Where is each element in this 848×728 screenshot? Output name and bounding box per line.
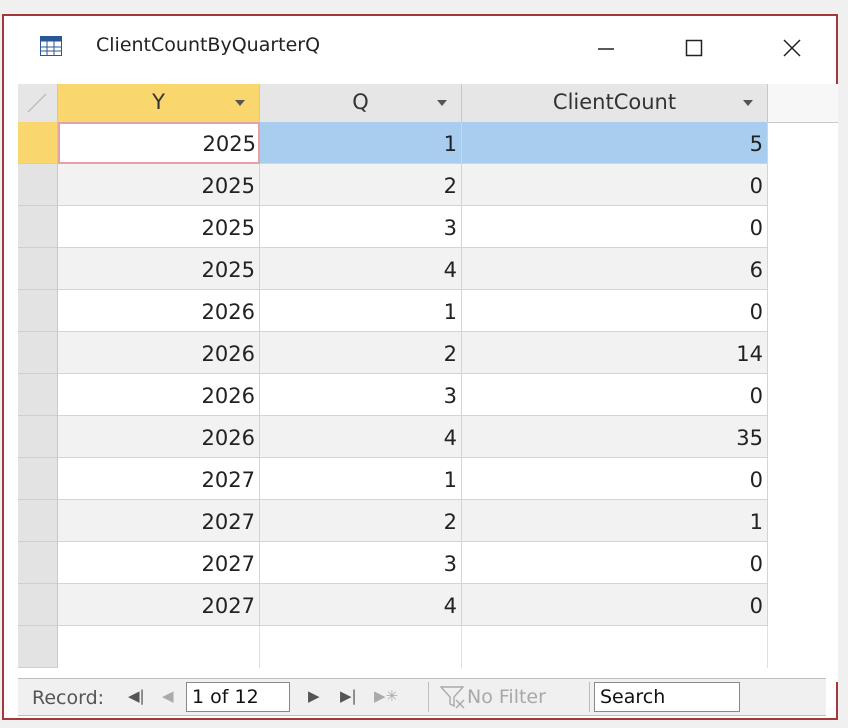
record-selector[interactable] xyxy=(18,500,58,542)
maximize-button[interactable] xyxy=(666,26,722,70)
cell-y[interactable]: 2026 xyxy=(58,332,260,374)
new-cell-y[interactable] xyxy=(58,626,260,668)
record-selector[interactable] xyxy=(18,248,58,290)
record-navigation-bar: Record: ◀‎| ◀ 1 of 12 ▶ ▶| ▶✳ No Filter … xyxy=(18,678,826,716)
cell-y[interactable]: 2026 xyxy=(58,290,260,332)
cell-clientcount[interactable]: 1 xyxy=(462,500,768,542)
last-record-icon[interactable]: ▶| xyxy=(340,687,357,705)
cell-clientcount[interactable]: 0 xyxy=(462,458,768,500)
cell-q[interactable]: 4 xyxy=(260,248,462,290)
cell-clientcount[interactable]: 0 xyxy=(462,584,768,626)
cell-y[interactable]: 2026 xyxy=(58,374,260,416)
no-filter-toggle[interactable]: No Filter xyxy=(428,682,590,712)
record-selector[interactable] xyxy=(18,416,58,458)
close-icon xyxy=(783,39,801,57)
new-cell-q[interactable] xyxy=(260,626,462,668)
table-row[interactable]: 2027 1 0 xyxy=(18,458,838,500)
current-record-field[interactable]: 1 of 12 xyxy=(186,682,290,712)
cell-y[interactable]: 2027 xyxy=(58,458,260,500)
column-header-label: ClientCount xyxy=(552,90,677,114)
column-header-clientcount[interactable]: ClientCount xyxy=(462,84,768,122)
minimize-icon xyxy=(598,48,614,50)
record-selector[interactable] xyxy=(18,626,58,668)
cell-q[interactable]: 3 xyxy=(260,206,462,248)
minimize-button[interactable] xyxy=(578,26,634,70)
column-header-y[interactable]: Y xyxy=(58,84,260,122)
cell-q[interactable]: 1 xyxy=(260,458,462,500)
next-record-icon[interactable]: ▶ xyxy=(308,687,320,705)
title-bar[interactable]: ClientCountByQuarterQ xyxy=(4,16,836,82)
first-record-icon[interactable]: ◀‎| xyxy=(128,687,145,705)
filter-icon xyxy=(439,686,465,709)
cell-q[interactable]: 2 xyxy=(260,164,462,206)
cell-q[interactable]: 1 xyxy=(260,122,462,164)
table-row[interactable]: 2026 2 14 xyxy=(18,332,838,374)
new-record-icon[interactable]: ▶✳ xyxy=(374,687,398,705)
table-row[interactable]: 2026 1 0 xyxy=(18,290,838,332)
column-header-label: Q xyxy=(352,90,369,114)
record-selector[interactable] xyxy=(18,122,58,164)
column-header-label: Y xyxy=(152,90,165,114)
cell-y[interactable]: 2027 xyxy=(58,584,260,626)
cell-clientcount[interactable]: 0 xyxy=(462,542,768,584)
cell-clientcount[interactable]: 0 xyxy=(462,290,768,332)
cell-q[interactable]: 1 xyxy=(260,290,462,332)
search-input[interactable]: Search xyxy=(594,682,740,712)
chevron-down-icon[interactable] xyxy=(437,100,447,106)
previous-record-icon[interactable]: ◀ xyxy=(162,687,174,705)
cell-clientcount[interactable]: 0 xyxy=(462,206,768,248)
record-label: Record: xyxy=(32,687,105,709)
record-selector[interactable] xyxy=(18,584,58,626)
cell-y[interactable]: 2027 xyxy=(58,500,260,542)
cell-clientcount[interactable]: 6 xyxy=(462,248,768,290)
cell-clientcount[interactable]: 5 xyxy=(462,122,768,164)
table-row[interactable]: 2027 3 0 xyxy=(18,542,838,584)
table-row[interactable]: 2025 2 0 xyxy=(18,164,838,206)
no-filter-label: No Filter xyxy=(467,686,546,708)
cell-y[interactable]: 2027 xyxy=(58,542,260,584)
table-row[interactable]: 2026 4 35 xyxy=(18,416,838,458)
table-row[interactable]: 2026 3 0 xyxy=(18,374,838,416)
column-header-q[interactable]: Q xyxy=(260,84,462,122)
cell-clientcount[interactable]: 14 xyxy=(462,332,768,374)
table-row[interactable]: 2025 3 0 xyxy=(18,206,838,248)
column-header-row: Y Q ClientCount xyxy=(18,84,838,123)
cell-q[interactable]: 2 xyxy=(260,500,462,542)
close-button[interactable] xyxy=(764,26,820,70)
maximize-icon xyxy=(685,39,703,57)
cell-clientcount[interactable]: 35 xyxy=(462,416,768,458)
cell-q[interactable]: 4 xyxy=(260,584,462,626)
select-all-corner[interactable] xyxy=(18,84,58,122)
record-selector[interactable] xyxy=(18,542,58,584)
chevron-down-icon[interactable] xyxy=(743,100,753,106)
new-record-row[interactable] xyxy=(18,626,838,668)
new-cell-clientcount[interactable] xyxy=(462,626,768,668)
table-row[interactable]: 2025 1 5 xyxy=(18,122,838,164)
cell-y[interactable]: 2025 xyxy=(58,206,260,248)
cell-y[interactable]: 2026 xyxy=(58,416,260,458)
table-row[interactable]: 2027 4 0 xyxy=(18,584,838,626)
cell-y[interactable]: 2025 xyxy=(58,248,260,290)
cell-q[interactable]: 3 xyxy=(260,542,462,584)
cell-y[interactable]: 2025 xyxy=(58,164,260,206)
cell-clientcount[interactable]: 0 xyxy=(462,164,768,206)
table-row[interactable]: 2025 4 6 xyxy=(18,248,838,290)
window-title: ClientCountByQuarterQ xyxy=(96,34,321,56)
cell-q[interactable]: 4 xyxy=(260,416,462,458)
record-selector[interactable] xyxy=(18,332,58,374)
chevron-down-icon[interactable] xyxy=(235,100,245,106)
query-window: ClientCountByQuarterQ Y Q ClientCount 20… xyxy=(2,14,838,720)
datasheet-query-icon xyxy=(40,36,62,56)
cell-clientcount[interactable]: 0 xyxy=(462,374,768,416)
record-selector[interactable] xyxy=(18,290,58,332)
record-selector[interactable] xyxy=(18,164,58,206)
table-row[interactable]: 2027 2 1 xyxy=(18,500,838,542)
cell-q[interactable]: 3 xyxy=(260,374,462,416)
cell-y[interactable]: 2025 xyxy=(58,122,260,164)
cell-q[interactable]: 2 xyxy=(260,332,462,374)
record-selector[interactable] xyxy=(18,374,58,416)
datasheet-grid: Y Q ClientCount 2025 1 5 2025 2 0 2025 3… xyxy=(18,84,838,682)
record-selector[interactable] xyxy=(18,458,58,500)
record-selector[interactable] xyxy=(18,206,58,248)
